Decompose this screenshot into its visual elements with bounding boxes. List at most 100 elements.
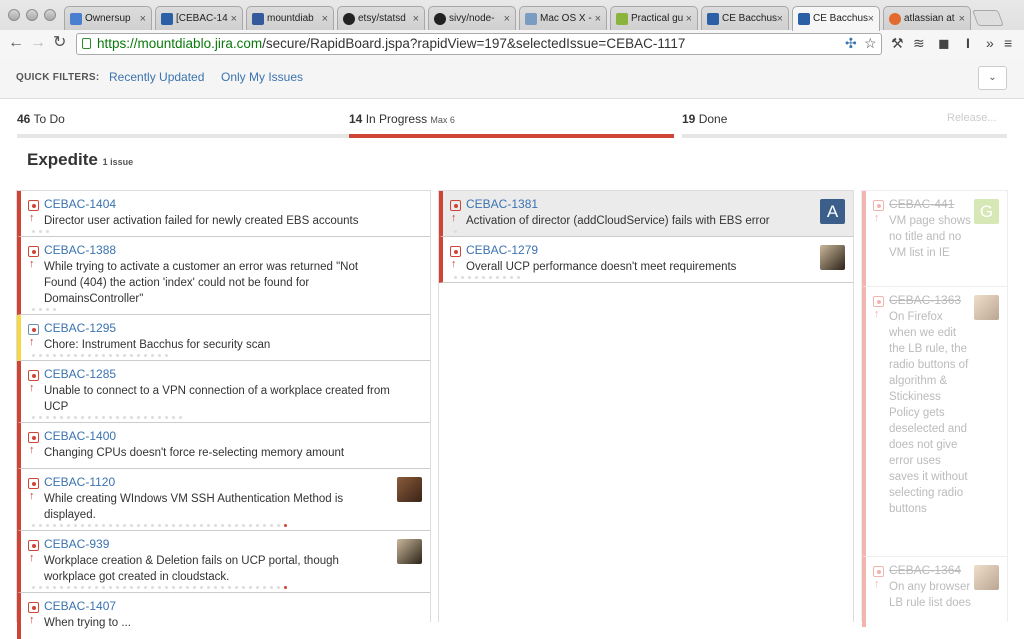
browser-tab[interactable]: mountdiab ×	[246, 6, 334, 31]
collapse-filters-button[interactable]: ⌄	[978, 66, 1007, 90]
extension-icon[interactable]: ◼	[938, 35, 950, 51]
bug-icon	[28, 540, 39, 551]
browser-tab[interactable]: Practical gu ×	[610, 6, 698, 31]
github-icon	[434, 13, 446, 25]
url-input[interactable]: https://mountdiablo.jira.com/secure/Rapi…	[76, 33, 882, 55]
progress-dots	[454, 230, 461, 233]
browser-tab[interactable]: etsy/statsd ×	[337, 6, 425, 31]
instapaper-icon[interactable]: I	[966, 35, 970, 51]
close-tab-icon[interactable]: ×	[140, 7, 146, 31]
issue-key[interactable]: CEBAC-1285	[44, 367, 116, 381]
issue-card[interactable]: CEBAC-1407 ↑ When trying to ...	[17, 593, 430, 639]
issue-key[interactable]: CEBAC-1364	[889, 563, 961, 577]
issue-card[interactable]: CEBAC-1363 ↑ On Firefox when we edit the…	[862, 287, 1007, 557]
progress-dots	[32, 230, 53, 233]
progress-dots	[32, 586, 291, 589]
issue-card[interactable]: CEBAC-1279 ↑ Overall UCP performance doe…	[439, 237, 853, 283]
close-tab-icon[interactable]: ×	[413, 7, 419, 31]
close-tab-icon[interactable]: ×	[595, 7, 601, 31]
close-tab-icon[interactable]: ×	[504, 7, 510, 31]
close-window-icon[interactable]	[8, 9, 20, 21]
release-link[interactable]: Release...	[947, 112, 997, 124]
bookmark-star-icon[interactable]: ☆	[864, 35, 877, 51]
column-bar-inprogress	[349, 134, 674, 138]
tab-label: Mac OS X -	[540, 13, 592, 24]
issue-card[interactable]: CEBAC-1295 ↑ Chore: Instrument Bacchus f…	[17, 315, 430, 361]
close-tab-icon[interactable]: ×	[231, 7, 237, 31]
swimlane-title[interactable]: Expedite 1 issue	[27, 150, 133, 170]
task-icon	[28, 324, 39, 335]
browser-tab-active[interactable]: CE Bacchus ×	[792, 6, 880, 31]
issue-summary: Changing CPUs doesn't force re-selecting…	[44, 447, 345, 459]
forward-arrow-icon[interactable]: →	[30, 34, 46, 52]
avatar[interactable]	[820, 245, 845, 270]
priority-arrow-icon: ↑	[29, 258, 35, 270]
browser-tab[interactable]: [CEBAC-14 ×	[155, 6, 243, 31]
avatar[interactable]	[397, 539, 422, 564]
avatar[interactable]: G	[974, 199, 999, 224]
browser-tab[interactable]: Mac OS X - ×	[519, 6, 607, 31]
wrench-icon[interactable]: ⚒	[891, 35, 904, 51]
avatar[interactable]	[397, 477, 422, 502]
browser-tab[interactable]: Ownersup ×	[64, 6, 152, 31]
issue-card-selected[interactable]: CEBAC-1381 ↑ Activation of director (add…	[439, 191, 853, 237]
issue-key[interactable]: CEBAC-939	[44, 537, 109, 551]
priority-arrow-icon: ↑	[29, 212, 35, 224]
issue-key[interactable]: CEBAC-1404	[44, 197, 116, 211]
zoom-window-icon[interactable]	[44, 9, 56, 21]
tab-label: atlassian at	[904, 13, 955, 24]
issue-key[interactable]: CEBAC-1407	[44, 599, 116, 613]
issue-summary: Unable to connect to a VPN connection of…	[44, 385, 390, 413]
priority-arrow-icon: ↑	[29, 490, 35, 502]
issue-card[interactable]: CEBAC-939 ↑ Workplace creation & Deletio…	[17, 531, 430, 593]
browser-tab[interactable]: sivy/node- ×	[428, 6, 516, 31]
tab-favicon-icon	[616, 13, 628, 25]
issue-card[interactable]: CEBAC-1388 ↑ While trying to activate a …	[17, 237, 430, 315]
avatar[interactable]	[974, 295, 999, 320]
issue-summary: While trying to activate a customer an e…	[44, 261, 359, 305]
minimize-window-icon[interactable]	[26, 9, 38, 21]
tab-favicon-icon	[70, 13, 82, 25]
issue-key[interactable]: CEBAC-1388	[44, 243, 116, 257]
avatar[interactable]: A	[820, 199, 845, 224]
issue-key[interactable]: CEBAC-1295	[44, 321, 116, 335]
new-tab-button[interactable]	[972, 10, 1004, 26]
back-arrow-icon[interactable]: ←	[8, 34, 24, 52]
priority-arrow-icon: ↑	[451, 258, 457, 270]
issue-key[interactable]: CEBAC-1363	[889, 293, 961, 307]
more-extensions-icon[interactable]: »	[986, 35, 994, 51]
browser-tab[interactable]: CE Bacchus ×	[701, 6, 789, 31]
extension-icon[interactable]: ✣	[845, 35, 857, 51]
tab-favicon-icon	[525, 13, 537, 25]
quick-filters-label: QUICK FILTERS:	[16, 72, 100, 83]
browser-tab[interactable]: atlassian at ×	[883, 6, 971, 31]
close-tab-icon[interactable]: ×	[322, 7, 328, 31]
progress-dots	[32, 416, 186, 419]
layers-icon[interactable]: ≋	[913, 35, 925, 51]
close-tab-icon[interactable]: ×	[959, 7, 965, 31]
priority-arrow-icon: ↑	[29, 382, 35, 394]
bug-icon	[28, 200, 39, 211]
issue-card[interactable]: CEBAC-1404 ↑ Director user activation fa…	[17, 191, 430, 237]
issue-card[interactable]: CEBAC-1285 ↑ Unable to connect to a VPN …	[17, 361, 430, 423]
issue-key[interactable]: CEBAC-1279	[466, 243, 538, 257]
avatar[interactable]	[974, 565, 999, 590]
issue-key[interactable]: CEBAC-441	[889, 197, 954, 211]
issue-card[interactable]: CEBAC-1364 ↑ On any browser LB rule list…	[862, 557, 1007, 627]
tab-label: Ownersup	[85, 13, 131, 24]
issue-card[interactable]: CEBAC-441 ↑ VM page shows no title and n…	[862, 191, 1007, 287]
filter-only-my-issues[interactable]: Only My Issues	[221, 70, 303, 84]
issue-card[interactable]: CEBAC-1400 ↑ Changing CPUs doesn't force…	[17, 423, 430, 469]
close-tab-icon[interactable]: ×	[777, 7, 783, 31]
issue-key[interactable]: CEBAC-1120	[44, 475, 115, 489]
column-done: CEBAC-441 ↑ VM page shows no title and n…	[861, 190, 1008, 627]
filter-recently-updated[interactable]: Recently Updated	[109, 70, 204, 84]
issue-summary: VM page shows no title and no VM list in…	[889, 215, 971, 259]
issue-card[interactable]: CEBAC-1120 ↑ While creating WIndows VM S…	[17, 469, 430, 531]
close-tab-icon[interactable]: ×	[686, 7, 692, 31]
issue-key[interactable]: CEBAC-1400	[44, 429, 116, 443]
issue-key[interactable]: CEBAC-1381	[466, 197, 538, 211]
close-tab-icon[interactable]: ×	[868, 7, 874, 31]
reload-icon[interactable]: ↻	[53, 34, 66, 52]
menu-icon[interactable]: ≡	[1004, 35, 1012, 51]
